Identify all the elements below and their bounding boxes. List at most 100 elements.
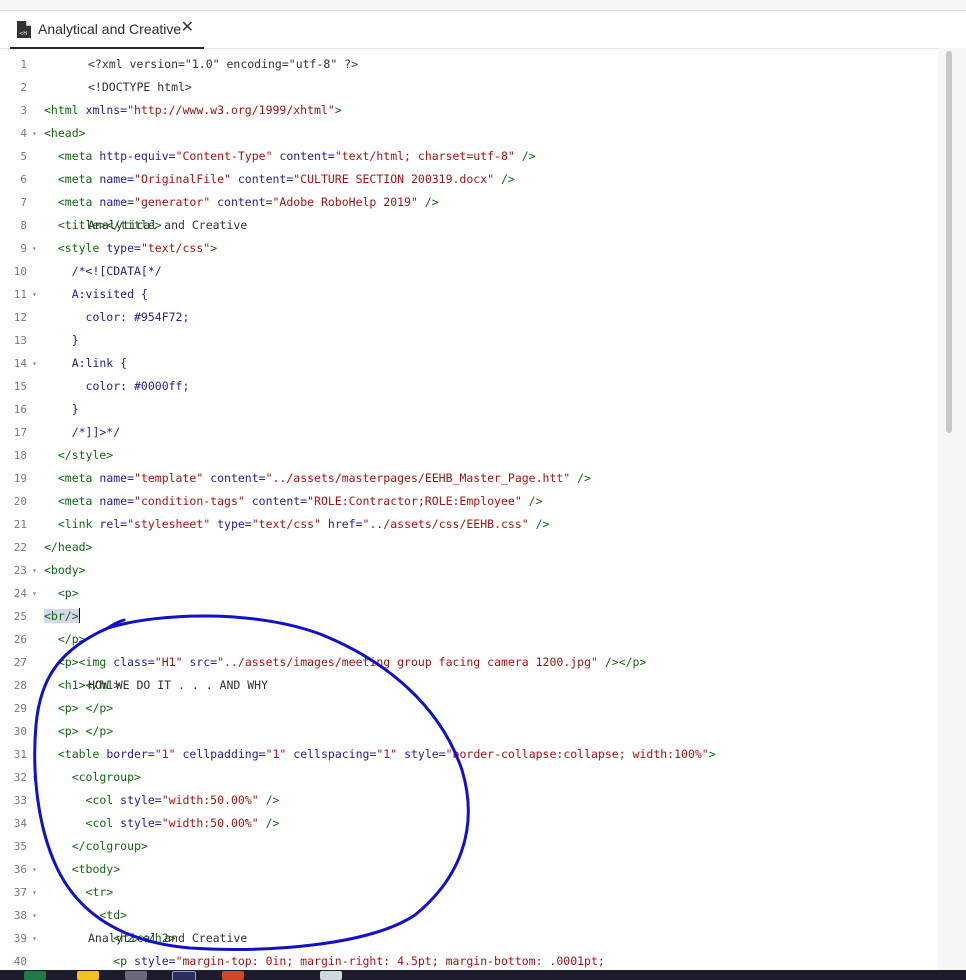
code-line[interactable]: 15 color: #0000ff; [0,375,940,398]
code-text: <p><img class="H1" src="../assets/images… [44,651,647,674]
line-number: 14 [13,357,27,370]
fold-toggle-icon[interactable]: ▾ [32,904,37,927]
code-token: /*]]>*/ [44,425,121,439]
scrollbar-thumb[interactable] [946,51,952,433]
code-line[interactable]: 6 <meta name="OriginalFile" content="CUL… [0,168,940,191]
close-tab-button[interactable]: ✕ [181,19,194,37]
code-text: <h1> HOW WE DO IT . . . AND WHY </h1> [44,674,268,697]
code-line[interactable]: 21 <link rel="stylesheet" type="text/css… [0,513,940,536]
code-line[interactable]: 1 <?xml version="1.0" encoding="utf-8" ?> [0,53,940,76]
code-line[interactable]: 24 ▾ <p> [0,582,940,605]
code-text: <meta name="template" content="../assets… [44,467,591,490]
code-text: <title> Analytical and Creative </title> [44,214,247,237]
fold-toggle-icon[interactable]: ▾ [32,858,37,881]
code-line[interactable]: 3 <html xmlns="http://www.w3.org/1999/xht… [0,99,940,122]
line-number: 4 [20,127,27,140]
fold-toggle-icon[interactable]: ▾ [32,582,37,605]
code-line[interactable]: 27 <p><img class="H1" src="../assets/ima… [0,651,940,674]
fold-toggle-icon[interactable]: ▾ [32,352,37,375]
line-number: 24 [13,587,27,600]
tab-analytical-and-creative[interactable]: <H Analytical and Creative ✕ [10,11,204,49]
code-line[interactable]: 18 </style> [0,444,940,467]
file-explorer-icon[interactable] [77,971,99,980]
code-token: <tbody> [44,862,121,876]
code-line[interactable]: 40 <p style="margin-top: 0in; margin-rig… [0,950,940,970]
vs-icon[interactable] [125,971,147,980]
fold-toggle-icon[interactable]: ▾ [32,766,37,789]
line-number: 40 [13,955,27,968]
fold-toggle-icon[interactable]: ▾ [32,743,37,766]
code-token: href= [320,517,363,531]
fold-toggle-icon[interactable]: ▾ [32,122,37,145]
robohelp-icon[interactable] [172,971,196,980]
code-line[interactable]: 38 ▾ <td> [0,904,940,927]
code-token: "width:50.00%" [161,793,259,807]
code-line[interactable]: 12 color: #954F72; [0,306,940,329]
code-text: <meta name="OriginalFile" content="CULTU… [44,168,515,191]
code-token: "CULTURE SECTION 200319.docx" [293,172,495,186]
code-line[interactable]: 17 /*]]>*/ [0,421,940,444]
fold-toggle-icon[interactable]: ▾ [32,881,37,904]
code-line[interactable]: 30 <p> </p> [0,720,940,743]
code-line[interactable]: 7 <meta name="generator" content="Adobe … [0,191,940,214]
code-line[interactable]: 31 ▾ <table border="1" cellpadding="1" ce… [0,743,940,766]
code-line[interactable]: 33 <col style="width:50.00%" /> [0,789,940,812]
code-token: "../assets/images/meeting group facing c… [217,655,598,669]
excel-icon[interactable] [24,971,46,980]
line-number: 25 [13,610,27,623]
code-line[interactable]: 37 ▾ <tr> [0,881,940,904]
code-line[interactable]: 5 <meta http-equiv="Content-Type" conten… [0,145,940,168]
code-line[interactable]: 16 } [0,398,940,421]
code-text: <colgroup> [44,766,141,789]
code-token: <tr> [44,885,114,899]
code-line[interactable]: 13 } [0,329,940,352]
code-token: Analytical and Creative [88,218,248,232]
code-line[interactable]: 8 <title> Analytical and Creative </title> [0,214,940,237]
code-line[interactable]: 2 <!DOCTYPE html> [0,76,940,99]
code-line[interactable]: 22 </head> [0,536,940,559]
code-line[interactable]: 32 ▾ <colgroup> [0,766,940,789]
code-line[interactable]: 11 ▾ A:visited { [0,283,940,306]
code-line[interactable]: 36 ▾ <tbody> [0,858,940,881]
fold-toggle-icon[interactable]: ▾ [32,927,37,950]
code-line[interactable]: 26 </p> [0,628,940,651]
code-token: "text/css" [140,241,211,255]
chrome-icon[interactable] [320,971,342,980]
code-line[interactable]: 39 ▾ <h2> Analytical and Creative </h2> [0,927,940,950]
line-number: 22 [13,541,27,554]
fold-toggle-icon[interactable]: ▾ [32,559,37,582]
code-line[interactable]: 20 <meta name="condition-tags" content="… [0,490,940,513]
line-number: 35 [13,840,27,853]
code-line[interactable]: 29 <p> </p> [0,697,940,720]
powerpoint-icon[interactable] [222,971,244,980]
code-line[interactable]: 35 </colgroup> [0,835,940,858]
code-line[interactable]: 19 <meta name="template" content="../ass… [0,467,940,490]
code-token: "1" [265,747,287,761]
code-text: color: #954F72; [44,306,190,329]
code-line[interactable]: 23 ▾ <body> [0,559,940,582]
code-line[interactable]: 25 <br/> [0,605,940,628]
code-line[interactable]: 10 /*<![CDATA[*/ [0,260,940,283]
code-editor[interactable]: 1 <?xml version="1.0" encoding="utf-8" ?>… [0,52,966,970]
html-file-icon: <H [17,20,31,38]
code-token: "text/css" [251,517,321,531]
code-token: <p> </p> [44,701,114,715]
code-text: <table border="1" cellpadding="1" cellsp… [44,743,716,766]
fold-toggle-icon[interactable]: ▾ [32,237,37,260]
code-text: A:visited { [44,283,148,306]
code-token: } [44,402,79,416]
code-line[interactable]: 34 <col style="width:50.00%" /> [0,812,940,835]
code-token: <col [44,793,121,807]
code-token: <colgroup> [44,770,141,784]
code-line[interactable]: 28 <h1> HOW WE DO IT . . . AND WHY </h1> [0,674,940,697]
code-line[interactable]: 9 ▾ <style type="text/css"> [0,237,940,260]
code-text: /*]]>*/ [44,421,120,444]
fold-toggle-icon[interactable]: ▾ [32,283,37,306]
code-line[interactable]: 4 ▾ <head> [0,122,940,145]
code-token: <link [44,517,100,531]
code-line[interactable]: 14 ▾ A:link { [0,352,940,375]
code-token: color: #0000ff; [44,379,190,393]
code-text: </head> [44,536,92,559]
vertical-scrollbar[interactable] [938,48,966,970]
code-token: > [210,241,218,255]
